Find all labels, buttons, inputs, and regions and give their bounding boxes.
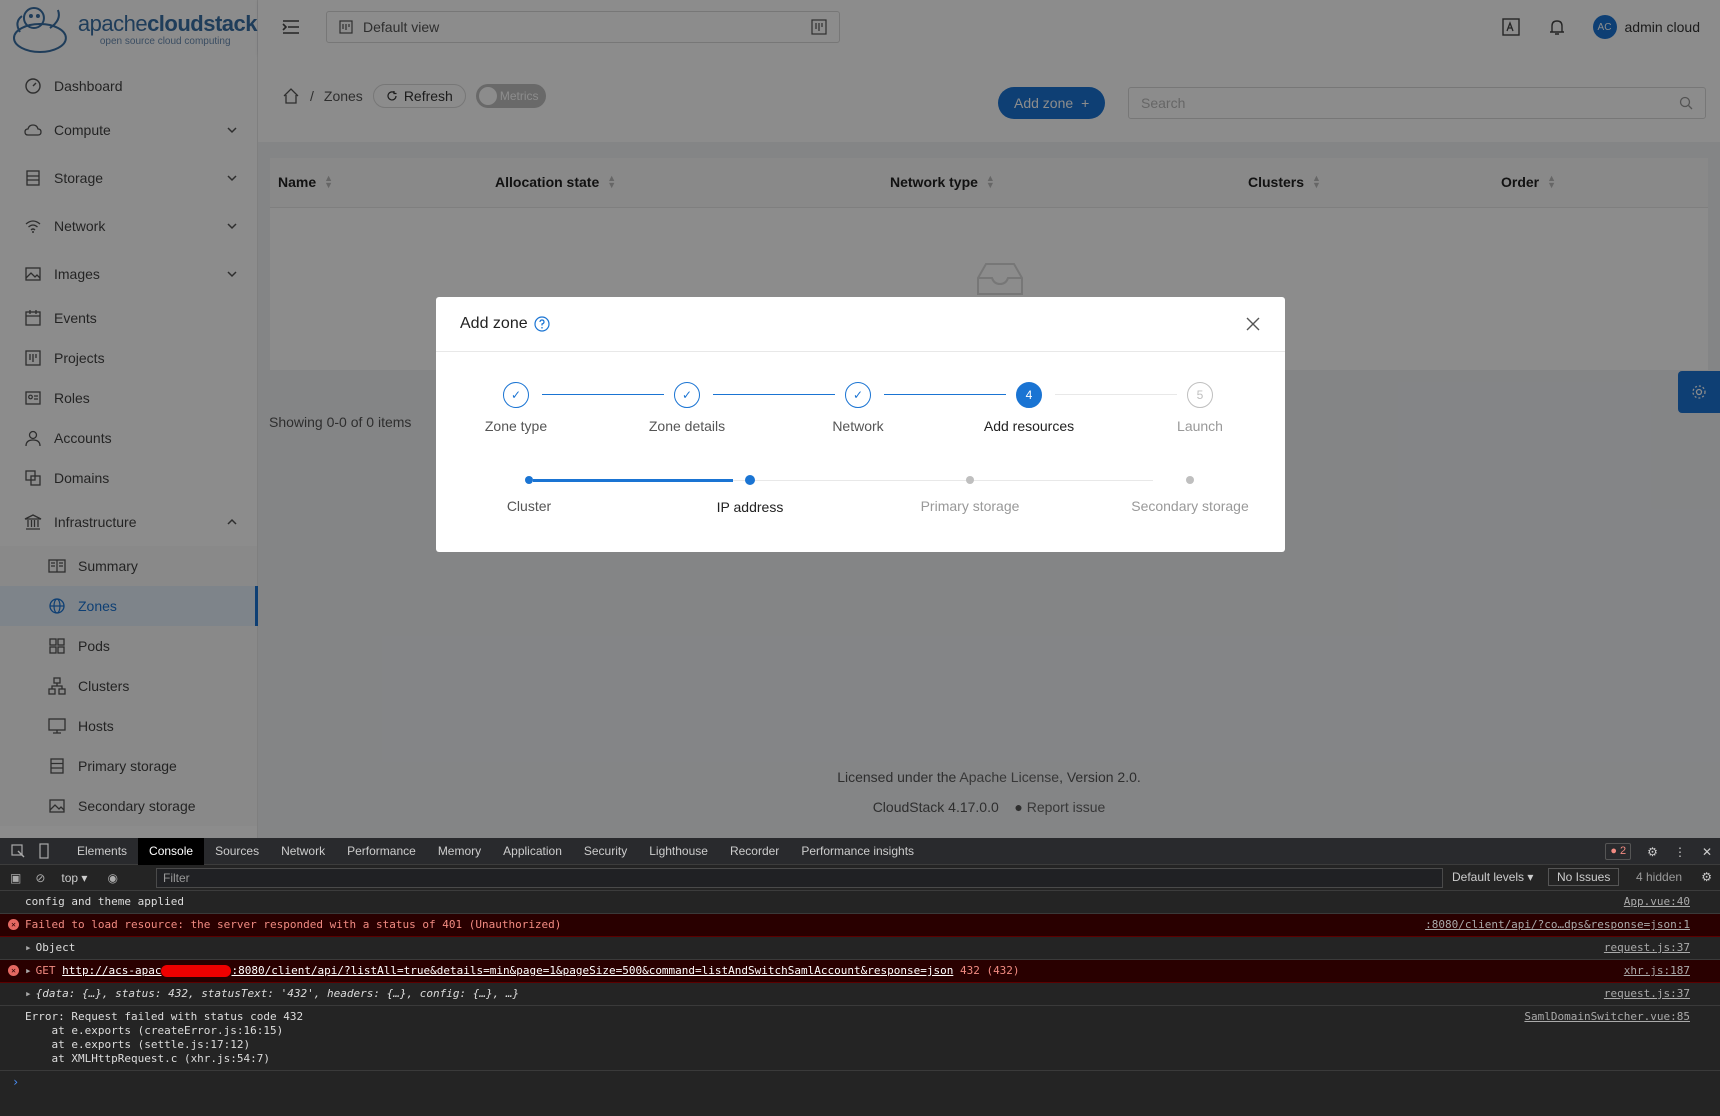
close-icon[interactable] (1245, 316, 1261, 332)
console-toolbar: ▣ ⊘ top ▾ ◉ Filter Default levels ▾ No I… (0, 865, 1720, 891)
status-text: 432 (432) (953, 964, 1020, 977)
request-url[interactable]: http://acs-apac (62, 964, 161, 977)
console-error: ✕ Failed to load resource: the server res… (0, 914, 1720, 937)
redaction-mark (161, 965, 232, 977)
source-link[interactable]: xhr.js:187 (1624, 964, 1690, 978)
source-link[interactable]: request.js:37 (1604, 987, 1690, 1001)
error-icon: ✕ (8, 965, 19, 976)
devtools-tab-network[interactable]: Network (270, 838, 336, 865)
wizard-steps: ✓ Zone type ✓ Zone details ✓ Network 4 Add r… (436, 352, 1285, 552)
sidebar-toggle-icon[interactable]: ▣ (10, 871, 21, 885)
expand-triangle-icon[interactable]: ▸ (25, 941, 32, 954)
filter-placeholder: Filter (163, 871, 190, 885)
substep-dot (745, 475, 755, 485)
source-link[interactable]: :8080/client/api/?co…dps&response=json:1 (1425, 918, 1690, 932)
substep-secondary-storage: Secondary storage (1100, 476, 1280, 514)
step-number: 5 (1187, 382, 1213, 408)
step-label: Launch (1177, 418, 1223, 434)
check-icon: ✓ (503, 382, 529, 408)
source-link[interactable]: request.js:37 (1604, 941, 1690, 955)
substep-label: IP address (716, 499, 784, 515)
request-url[interactable]: :8080/client/api/?listAll=true&details=m… (231, 964, 953, 977)
gear-icon[interactable]: ⚙ (1647, 845, 1658, 859)
devtools-tab-sources[interactable]: Sources (204, 838, 270, 865)
check-icon: ✓ (845, 382, 871, 408)
dialog-header: Add zone (436, 297, 1285, 352)
step-label: Zone type (484, 418, 548, 434)
substep-dot (966, 476, 974, 484)
devtools-tab-lighthouse[interactable]: Lighthouse (638, 838, 719, 865)
devtools-actions: ● 2 ⚙ ⋮ ✕ (1605, 843, 1712, 860)
devtools-tab-security[interactable]: Security (573, 838, 638, 865)
console-message[interactable]: ▸ Object request.js:37 (0, 937, 1720, 960)
devtools-tab-performance[interactable]: Performance (336, 838, 427, 865)
levels-label: Default levels (1452, 870, 1525, 884)
hidden-count: 4 hidden (1636, 870, 1683, 884)
substep-label: Secondary storage (1131, 498, 1249, 514)
devtools-tab-console[interactable]: Console (138, 837, 205, 865)
console-message: Error: Request failed with status code 4… (0, 1006, 1720, 1071)
step-launch: 5 Launch (1125, 382, 1275, 434)
step-label: Network (832, 418, 884, 434)
expand-triangle-icon[interactable]: ▸ (25, 964, 32, 977)
context-selector[interactable]: top ▾ (61, 871, 87, 885)
substep-primary-storage: Primary storage (880, 476, 1060, 514)
check-icon: ✓ (674, 382, 700, 408)
substep-dot (1186, 476, 1194, 484)
inspect-icon[interactable] (10, 843, 26, 859)
console-error: ✕ ▸ GET http://acs-apac :8080/client/api/?l… (0, 960, 1720, 983)
issues-button[interactable]: No Issues (1548, 868, 1620, 886)
step-zone-details: ✓ Zone details (612, 382, 762, 434)
expand-triangle-icon[interactable]: ▸ (25, 987, 32, 1000)
app-root: apachecloudstack open source cloud compu… (0, 0, 1720, 838)
devtools-tab-elements[interactable]: Elements (66, 838, 138, 865)
eye-icon[interactable]: ◉ (107, 871, 117, 885)
devtools-panel: Elements Console Sources Network Perform… (0, 837, 1720, 1116)
step-add-resources: 4 Add resources (954, 382, 1104, 434)
message-text: Failed to load resource: the server resp… (25, 918, 562, 931)
step-number: 4 (1016, 382, 1042, 408)
step-label: Add resources (983, 418, 1075, 434)
source-link[interactable]: App.vue:40 (1624, 895, 1690, 909)
devtools-tab-application[interactable]: Application (492, 838, 573, 865)
source-link[interactable]: SamlDomainSwitcher.vue:85 (1524, 1010, 1690, 1024)
http-method: GET (35, 964, 63, 977)
dialog-title: Add zone (460, 315, 528, 332)
close-icon[interactable]: ✕ (1702, 845, 1712, 859)
console-prompt[interactable]: › (0, 1071, 1720, 1093)
substep-dot (525, 476, 533, 484)
devtools-tabbar: Elements Console Sources Network Perform… (0, 837, 1720, 865)
console-filter-input[interactable]: Filter (156, 868, 1443, 888)
substep-ip-address: IP address (660, 475, 840, 515)
clear-console-icon[interactable]: ⊘ (35, 871, 45, 885)
add-zone-dialog: Add zone ✓ Zone type ✓ Zone details ✓ Netwo… (436, 297, 1285, 552)
step-label: Zone details (648, 418, 726, 434)
message-text: Object (35, 941, 76, 954)
console-message[interactable]: ▸ {data: {…}, status: 432, statusText: '4… (0, 983, 1720, 1006)
more-vert-icon[interactable]: ⋮ (1674, 845, 1686, 859)
message-text: {data: {…}, status: 432, statusText: '43… (35, 987, 520, 1000)
substep-label: Primary storage (920, 498, 1020, 514)
error-count: 2 (1620, 845, 1627, 857)
substep-label: Cluster (506, 498, 552, 514)
message-text: Error: Request failed with status code 4… (25, 1010, 304, 1065)
step-zone-type: ✓ Zone type (441, 382, 591, 434)
devtools-tab-recorder[interactable]: Recorder (719, 838, 790, 865)
log-levels-dropdown[interactable]: Default levels ▾ (1452, 870, 1533, 884)
gear-icon[interactable]: ⚙ (1701, 870, 1712, 884)
console-message: config and theme applied App.vue:40 (0, 891, 1720, 914)
error-icon: ✕ (8, 919, 19, 930)
message-text: config and theme applied (25, 895, 184, 908)
step-network: ✓ Network (783, 382, 933, 434)
devtools-tab-performance-insights[interactable]: Performance insights (790, 838, 925, 865)
device-toolbar-icon[interactable] (36, 843, 52, 859)
error-count-badge[interactable]: ● 2 (1605, 843, 1632, 860)
context-label: top (61, 870, 79, 885)
devtools-tab-memory[interactable]: Memory (427, 838, 492, 865)
substep-cluster: Cluster (439, 476, 619, 514)
question-circle-icon[interactable] (534, 316, 550, 332)
